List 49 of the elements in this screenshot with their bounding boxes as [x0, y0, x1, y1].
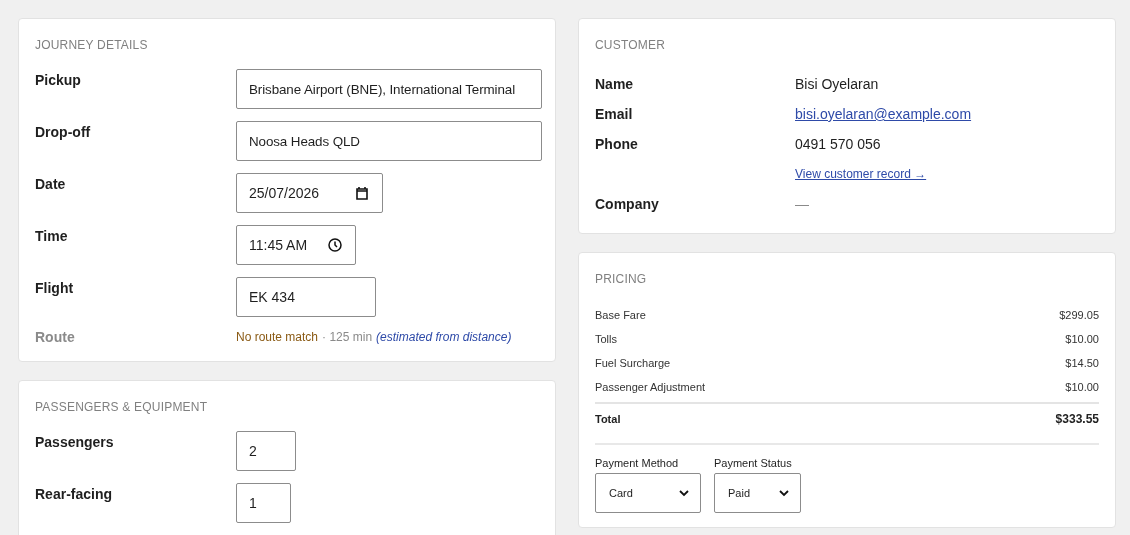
- route-duration: · 125 min: [322, 330, 373, 344]
- number-field[interactable]: 1: [236, 483, 291, 523]
- field-label: Pickup: [35, 71, 82, 88]
- input-field[interactable]: EK 434: [236, 277, 376, 317]
- field-label: Phone: [595, 136, 639, 152]
- calendar-icon[interactable]: [354, 185, 370, 201]
- total-label: Total: [595, 413, 621, 425]
- number-field[interactable]: 2: [236, 431, 296, 471]
- field-value: —: [795, 196, 810, 212]
- select-field[interactable]: Paid: [714, 473, 801, 513]
- section-title: CUSTOMER: [595, 38, 667, 52]
- input-field[interactable]: Brisbane Airport (BNE), International Terminal: [236, 69, 542, 109]
- field-label: Rear-facing: [35, 485, 114, 502]
- chevron-down-icon[interactable]: [678, 487, 690, 499]
- chevron-down-icon[interactable]: [778, 487, 790, 499]
- select-label: Payment Status: [714, 457, 793, 469]
- date-field[interactable]: 25/07/2026: [236, 173, 383, 213]
- clock-icon[interactable]: [327, 237, 343, 253]
- field-label: Date: [35, 175, 67, 192]
- field-value: 0491 570 056: [795, 136, 882, 152]
- section-title: JOURNEY DETAILS: [35, 38, 149, 52]
- select-label: Payment Method: [595, 457, 680, 469]
- section-title: PRICING: [595, 272, 648, 286]
- time-field[interactable]: 11:45 AM: [236, 225, 356, 265]
- section-title: PASSENGERS & EQUIPMENT: [35, 400, 209, 414]
- field-label: Company: [595, 196, 660, 212]
- field-label: Passengers: [35, 433, 115, 450]
- field-label: Name: [595, 76, 635, 92]
- price-amount: $299.05: [1059, 309, 1099, 321]
- route-status: No route match: [236, 330, 319, 344]
- price-amount: $14.50: [1065, 357, 1099, 369]
- estimate-link[interactable]: (estimated from distance): [376, 330, 512, 344]
- select-field[interactable]: Card: [595, 473, 701, 513]
- field-label: Time: [35, 227, 69, 244]
- customer-record-link[interactable]: View customer record →: [795, 167, 1099, 181]
- total-amount: $333.55: [1055, 412, 1099, 426]
- field-label: Drop-off: [35, 123, 92, 140]
- price-label: Base Fare: [595, 309, 646, 321]
- field-label: Flight: [35, 279, 75, 296]
- price-label: Fuel Surcharge: [595, 357, 671, 369]
- price-label: Tolls: [595, 333, 617, 345]
- field-label: Email: [595, 106, 634, 122]
- input-field[interactable]: Noosa Heads QLD: [236, 121, 542, 161]
- price-amount: $10.00: [1065, 333, 1099, 345]
- price-label: Passenger Adjustment: [595, 381, 706, 393]
- email-link[interactable]: bisi.oyelaran@example.com: [795, 106, 1099, 122]
- field-label: Route: [35, 329, 76, 345]
- field-value: Bisi Oyelaran: [795, 76, 880, 92]
- price-amount: $10.00: [1065, 381, 1099, 393]
